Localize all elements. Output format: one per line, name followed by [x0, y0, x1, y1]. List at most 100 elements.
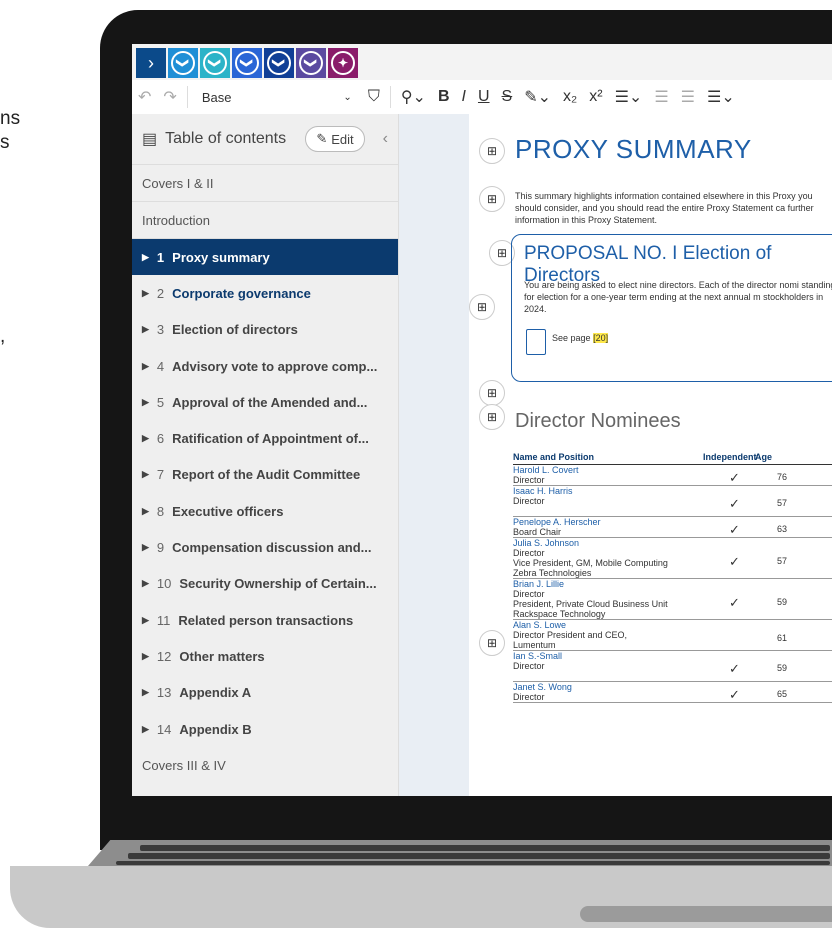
expand-triangle-icon[interactable]: ▶	[142, 469, 149, 480]
toc-item[interactable]: ▶ 10 Security Ownership of Certain...	[132, 566, 398, 602]
expand-triangle-icon[interactable]: ▶	[142, 578, 149, 589]
drag-handle-icon[interactable]: ⊞	[469, 294, 495, 320]
toc-item-introduction[interactable]: Introduction	[132, 202, 398, 239]
expand-triangle-icon[interactable]: ▶	[142, 433, 149, 444]
toc-item-label: Report of the Audit Committee	[172, 467, 361, 483]
toc-item[interactable]: ▶ 2 Corporate governance	[132, 275, 398, 311]
toc-item[interactable]: ▶ 9 Compensation discussion and...	[132, 529, 398, 565]
redo-icon[interactable]: ↷	[157, 87, 182, 107]
toc-item[interactable]: ▶ 11 Related person transactions	[132, 602, 398, 638]
drag-handle-icon[interactable]: ⊞	[479, 404, 505, 430]
chevron-down-circle-icon[interactable]: ❯	[232, 48, 262, 78]
nominee-name[interactable]: Brian J. Lillie	[513, 579, 832, 589]
toc-item-covers-back[interactable]: Covers III & IV	[132, 747, 398, 783]
nominee-name[interactable]: Julia S. Johnson	[513, 538, 832, 548]
nominee-name[interactable]: Alan S. Lowe	[513, 620, 832, 630]
expand-triangle-icon[interactable]: ▶	[142, 651, 149, 662]
toc-item-label: Election of directors	[172, 322, 298, 338]
undo-icon[interactable]: ↶	[132, 87, 157, 107]
toc-item[interactable]: ▶ 14 Appendix B	[132, 711, 398, 747]
toc-item[interactable]: ▶ 5 Approval of the Amended and...	[132, 384, 398, 420]
toc-item[interactable]: ▶ 3 Election of directors	[132, 312, 398, 348]
toc-item[interactable]: ▶ 13 Appendix A	[132, 675, 398, 711]
page-number-link[interactable]: [20]	[593, 333, 609, 343]
indent-icon[interactable]: ☰	[675, 87, 701, 107]
expand-triangle-icon[interactable]: ▶	[142, 324, 149, 335]
bulleted-list-icon[interactable]: ☰⌄	[609, 87, 649, 107]
nominee-name[interactable]: Ian S.-Small	[513, 651, 832, 661]
chevron-down-circle-icon[interactable]: ❯	[296, 48, 326, 78]
bold-icon[interactable]: B	[432, 88, 456, 106]
toc-title: Table of contents	[165, 130, 287, 147]
toc-item[interactable]: ▶ 4 Advisory vote to approve comp...	[132, 348, 398, 384]
toc-item-label: Corporate governance	[172, 285, 311, 301]
toc-item[interactable]: ▶ 7 Report of the Audit Committee	[132, 457, 398, 493]
toc-item-number: 14	[156, 721, 172, 737]
toc-item[interactable]: ▶ 1 Proxy summary	[132, 239, 398, 276]
nominee-age: 65	[777, 689, 788, 699]
expand-triangle-icon[interactable]: ▶	[142, 615, 149, 626]
chevron-down-circle-icon[interactable]: ❯	[264, 48, 294, 78]
chevron-right-icon[interactable]: ›	[136, 48, 166, 78]
nominee-name[interactable]: Isaac H. Harris	[513, 486, 832, 496]
toc-list-icon: ▤	[142, 131, 158, 148]
toc-item-number: 4	[156, 358, 165, 374]
underline-icon[interactable]: U	[472, 88, 496, 106]
nominee-age: 59	[777, 597, 788, 607]
strikethrough-icon[interactable]: S	[496, 88, 519, 106]
laptop-trackpad-notch	[580, 906, 832, 922]
independent-check-icon: ✓	[729, 470, 740, 485]
align-icon[interactable]: ☰⌄	[701, 87, 741, 107]
outdent-icon[interactable]: ☰	[648, 87, 674, 107]
expand-triangle-icon[interactable]: ▶	[142, 506, 149, 517]
highlight-pen-icon[interactable]: ✎⌄	[518, 87, 557, 107]
expand-triangle-icon[interactable]: ▶	[142, 687, 149, 698]
table-of-contents-panel: ▤ Table of contents ✎ Edit ‹ Covers I & …	[132, 114, 399, 796]
superscript-icon[interactable]: x²	[583, 88, 608, 106]
nominee-age: 57	[777, 498, 788, 508]
drag-handle-icon[interactable]: ⊞	[479, 630, 505, 656]
drag-handle-icon[interactable]: ⊞	[479, 186, 505, 212]
toc-item-number: 13	[156, 685, 172, 701]
proposal-box: PROPOSAL NO. I Election of Directors You…	[511, 234, 832, 382]
see-page-reference[interactable]: See page [20]	[552, 333, 609, 343]
expand-triangle-icon[interactable]: ▶	[142, 252, 149, 263]
subscript-icon[interactable]: x₂	[557, 88, 583, 106]
table-row: Alan S. Lowe Director President and CEO, L…	[513, 620, 832, 651]
toc-item[interactable]: ▶ 8 Executive officers	[132, 493, 398, 529]
expand-triangle-icon[interactable]: ▶	[142, 288, 149, 299]
toc-item-label: Approval of the Amended and...	[172, 394, 368, 410]
chevron-down-circle-icon[interactable]: ❯	[168, 48, 198, 78]
proposal-text: You are being asked to elect nine direct…	[524, 280, 832, 314]
paint-roller-icon[interactable]: ⛉	[362, 88, 386, 106]
expand-triangle-icon[interactable]: ▶	[142, 724, 149, 735]
toolbar-divider	[389, 86, 391, 108]
paragraph-style-select[interactable]: Base ⌄	[192, 90, 362, 105]
toc-item-label: Security Ownership of Certain...	[179, 576, 377, 592]
collapse-panel-icon[interactable]: ‹	[383, 130, 388, 148]
toc-item-number: 9	[156, 540, 165, 556]
chevron-down-circle-icon[interactable]: ❯	[200, 48, 230, 78]
zoom-icon[interactable]: ⚲⌄	[395, 87, 432, 107]
toc-item-label: Compensation discussion and...	[172, 540, 372, 556]
expand-triangle-icon[interactable]: ▶	[142, 397, 149, 408]
expand-triangle-icon[interactable]: ▶	[142, 361, 149, 372]
toc-item[interactable]: ▶ 12 Other matters	[132, 638, 398, 674]
table-row: Brian J. Lillie Director President, Privat…	[513, 579, 832, 620]
formatting-toolbar: ↶ ↷ Base ⌄ ⛉ ⚲⌄ B I U S ✎⌄ x₂ x² ☰⌄ ☰ ☰ …	[132, 80, 832, 115]
nominee-age: 61	[777, 632, 788, 643]
toc-item-covers-front[interactable]: Covers I & II	[132, 165, 398, 202]
italic-icon[interactable]: I	[456, 88, 472, 106]
toc-item[interactable]: ▶ 6 Ratification of Appointment of...	[132, 420, 398, 456]
edit-toc-button[interactable]: ✎ Edit	[305, 126, 365, 152]
drag-handle-icon[interactable]: ⊞	[479, 380, 505, 406]
toc-item-number: 6	[156, 431, 165, 447]
toc-item-number: 8	[156, 503, 165, 519]
document-icon	[526, 329, 546, 355]
chevron-down-icon: ⌄	[343, 91, 352, 103]
compass-circle-icon[interactable]: ✦	[328, 48, 358, 78]
toc-header: ▤ Table of contents ✎ Edit ‹	[132, 114, 398, 165]
edit-label: Edit	[331, 131, 354, 147]
expand-triangle-icon[interactable]: ▶	[142, 542, 149, 553]
drag-handle-icon[interactable]: ⊞	[479, 138, 505, 164]
